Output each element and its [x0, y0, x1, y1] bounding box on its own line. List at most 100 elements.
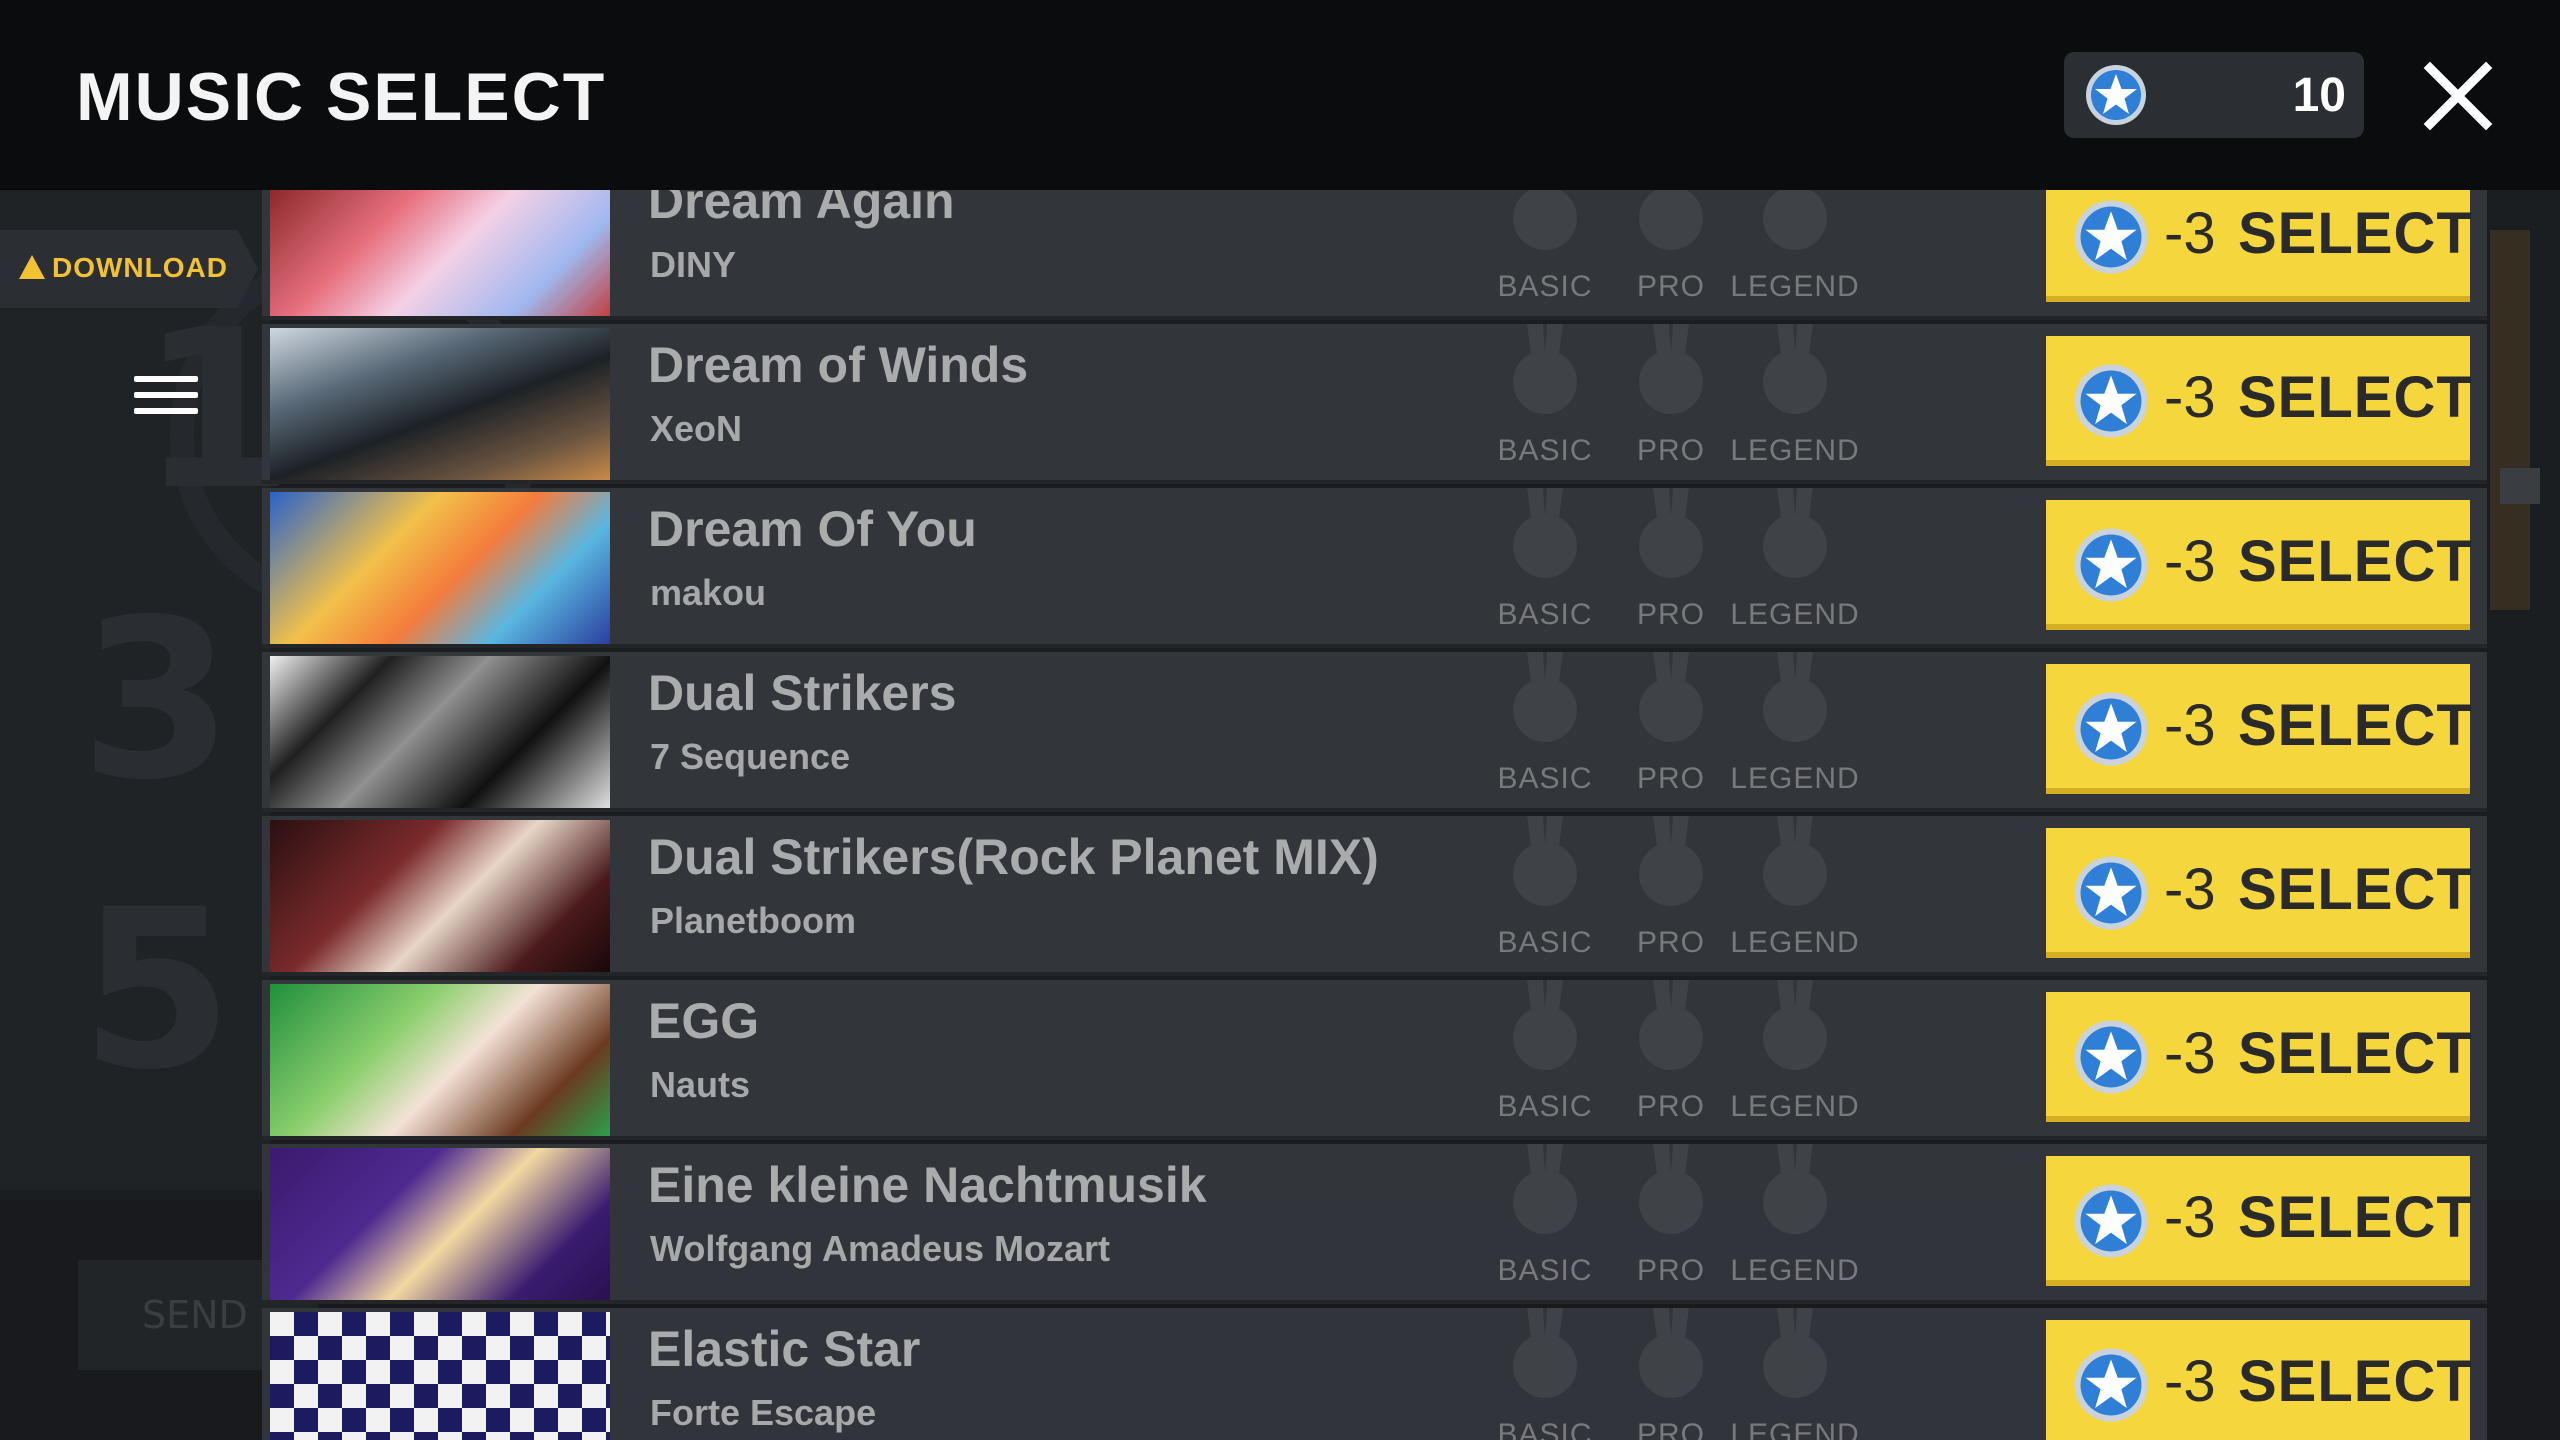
difficulty-label: PRO — [1636, 434, 1705, 467]
select-cost: -3 — [2164, 201, 2216, 266]
song-row[interactable]: Dream of Winds XeoN BASIC PRO LEGEND -3 SELECT — [262, 324, 2487, 484]
medal-icon — [1763, 652, 1827, 742]
star-coin-icon — [2074, 200, 2148, 274]
album-art-thumbnail — [270, 328, 610, 480]
song-artist: makou — [650, 572, 767, 613]
medal-icon — [1763, 324, 1827, 414]
difficulty-label: BASIC — [1497, 434, 1593, 467]
select-cost: -3 — [2164, 529, 2216, 594]
difficulty-label: BASIC — [1497, 1418, 1593, 1440]
select-label: SELECT — [2238, 1185, 2473, 1250]
difficulty-label: LEGEND — [1730, 762, 1860, 795]
hamburger-menu-icon[interactable] — [134, 376, 198, 422]
medal-icon — [1763, 190, 1827, 250]
select-button[interactable]: -3 SELECT — [2046, 828, 2472, 958]
select-cost: -3 — [2164, 1349, 2216, 1414]
song-title: Eine kleine Nachtmusik — [648, 1157, 1207, 1213]
difficulty-pro: PRO — [1601, 652, 1741, 812]
medal-icon — [1513, 652, 1577, 742]
star-coin-icon — [2074, 692, 2148, 766]
star-coin-icon — [2074, 364, 2148, 438]
difficulty-basic: BASIC — [1475, 652, 1615, 812]
select-label: SELECT — [2238, 365, 2473, 430]
star-coin-icon — [2074, 1184, 2148, 1258]
difficulty-label: PRO — [1636, 762, 1705, 795]
select-button[interactable]: -3 SELECT — [2046, 336, 2473, 466]
select-button[interactable]: -3 SELECT — [2046, 992, 2473, 1122]
page-title: MUSIC SELECT — [76, 59, 607, 135]
difficulty-label: LEGEND — [1730, 1418, 1860, 1440]
difficulty-legend: LEGEND — [1725, 980, 1865, 1140]
credit-value: 10 — [2292, 69, 2346, 122]
difficulty-legend: LEGEND — [1725, 816, 1865, 976]
medal-icon — [1763, 1144, 1827, 1234]
credit-counter: 10 — [2064, 52, 2364, 138]
select-button[interactable]: -3 SELECT — [2046, 664, 2473, 794]
download-tab[interactable]: DOWNLOAD — [0, 230, 258, 308]
select-cost: -3 — [2164, 1021, 2216, 1086]
difficulty-legend: LEGEND — [1725, 1144, 1865, 1304]
difficulty-label: LEGEND — [1730, 1090, 1860, 1123]
warning-icon — [19, 255, 45, 279]
song-artist: 7 Sequence — [650, 736, 851, 777]
difficulty-label: LEGEND — [1730, 434, 1860, 467]
song-row[interactable]: Dual Strikers(Rock Planet MIX) Planetboom… — [262, 816, 2487, 976]
song-row[interactable]: Elastic Star Forte Escape BASIC PRO LEGEND -3… — [262, 1308, 2487, 1440]
song-row[interactable]: Eine kleine Nachtmusik Wolfgang Amadeus M… — [262, 1144, 2487, 1304]
medal-icon — [1513, 1308, 1577, 1398]
difficulty-pro: PRO — [1601, 190, 1741, 320]
difficulty-legend: LEGEND — [1725, 324, 1865, 484]
medal-icon — [1513, 190, 1577, 250]
medal-icon — [1513, 324, 1577, 414]
medal-icon — [1639, 324, 1703, 414]
song-artist: Planetboom — [650, 900, 857, 941]
difficulty-basic: BASIC — [1475, 1144, 1615, 1304]
album-art-thumbnail — [270, 492, 610, 644]
song-row[interactable]: Dream Again DINY BASIC PRO LEGEND -3 SELECT — [262, 190, 2487, 320]
medal-icon — [1513, 980, 1577, 1070]
select-button[interactable]: -3 SELECT — [2046, 190, 2472, 302]
background-right-panel — [2490, 230, 2530, 610]
select-label: SELECT — [2238, 693, 2473, 758]
medal-icon — [1763, 488, 1827, 578]
medal-icon — [1639, 652, 1703, 742]
difficulty-label: LEGEND — [1730, 270, 1860, 303]
difficulty-label: BASIC — [1497, 1254, 1593, 1287]
song-row[interactable]: Dream Of You makou BASIC PRO LEGEND -3 SELECT — [262, 488, 2487, 648]
select-label: SELECT — [2238, 1021, 2473, 1086]
song-artist: Forte Escape — [650, 1392, 877, 1433]
select-button[interactable]: -3 SELECT — [2046, 1156, 2473, 1286]
song-row[interactable]: Dual Strikers 7 Sequence BASIC PRO LEGEND -3 S… — [262, 652, 2487, 812]
close-icon[interactable] — [2420, 58, 2496, 134]
medal-icon — [1763, 1308, 1827, 1398]
select-label: SELECT — [2238, 1349, 2473, 1414]
star-coin-icon — [2074, 1020, 2148, 1094]
song-list: Dream Again DINY BASIC PRO LEGEND -3 SELECT Dre… — [262, 190, 2487, 1440]
select-button[interactable]: -3 SELECT — [2046, 500, 2473, 630]
album-art-thumbnail — [270, 1148, 610, 1300]
star-coin-icon — [2086, 65, 2146, 125]
background-digit: 3 — [80, 572, 234, 828]
song-title: Dual Strikers(Rock Planet MIX) — [648, 829, 1379, 885]
download-label: DOWNLOAD — [52, 252, 228, 283]
difficulty-label: PRO — [1636, 1090, 1705, 1123]
header-bar: MUSIC SELECT 10 — [0, 0, 2560, 190]
album-art-thumbnail — [270, 1312, 610, 1440]
song-title: Dual Strikers — [648, 665, 957, 721]
select-label: SELECT — [2238, 529, 2473, 594]
difficulty-label: BASIC — [1497, 762, 1593, 795]
album-art-thumbnail — [270, 820, 610, 972]
song-title: Elastic Star — [648, 1321, 921, 1377]
difficulty-label: PRO — [1636, 598, 1705, 631]
difficulty-label: BASIC — [1497, 270, 1593, 303]
song-row[interactable]: EGG Nauts BASIC PRO LEGEND -3 SELECT — [262, 980, 2487, 1140]
medal-icon — [1639, 1144, 1703, 1234]
medal-icon — [1639, 190, 1703, 250]
medal-icon — [1639, 488, 1703, 578]
scrollbar-thumb[interactable] — [2500, 468, 2540, 504]
difficulty-pro: PRO — [1601, 1144, 1741, 1304]
difficulty-basic: BASIC — [1475, 816, 1615, 976]
difficulty-basic: BASIC — [1475, 190, 1615, 320]
select-button[interactable]: -3 SELECT — [2046, 1320, 2473, 1440]
medal-icon — [1513, 488, 1577, 578]
